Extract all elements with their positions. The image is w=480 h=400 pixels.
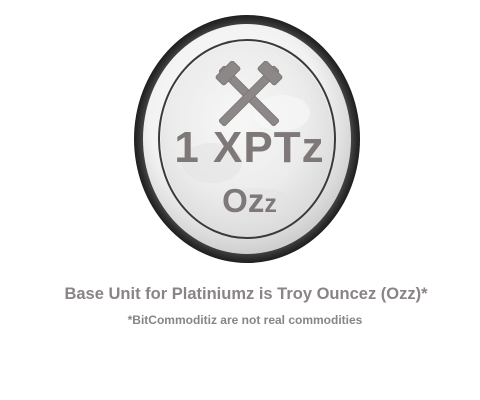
page: 1 XPTz Ozz Base Unit for Platiniumz is T… bbox=[0, 0, 480, 400]
crossed-hammers-icon bbox=[215, 61, 283, 127]
disclaimer-note: *BitCommoditiz are not real commodities bbox=[127, 313, 363, 327]
coin-unit-main: Oz bbox=[222, 182, 265, 219]
coin-amount: 1 XPTz bbox=[174, 123, 325, 172]
coin: 1 XPTz Ozz bbox=[132, 13, 362, 265]
coin-unit-sub: z bbox=[264, 190, 277, 218]
base-unit-caption: Base Unit for Platiniumz is Troy Ouncez … bbox=[64, 285, 428, 303]
coin-unit: Ozz bbox=[132, 181, 367, 228]
